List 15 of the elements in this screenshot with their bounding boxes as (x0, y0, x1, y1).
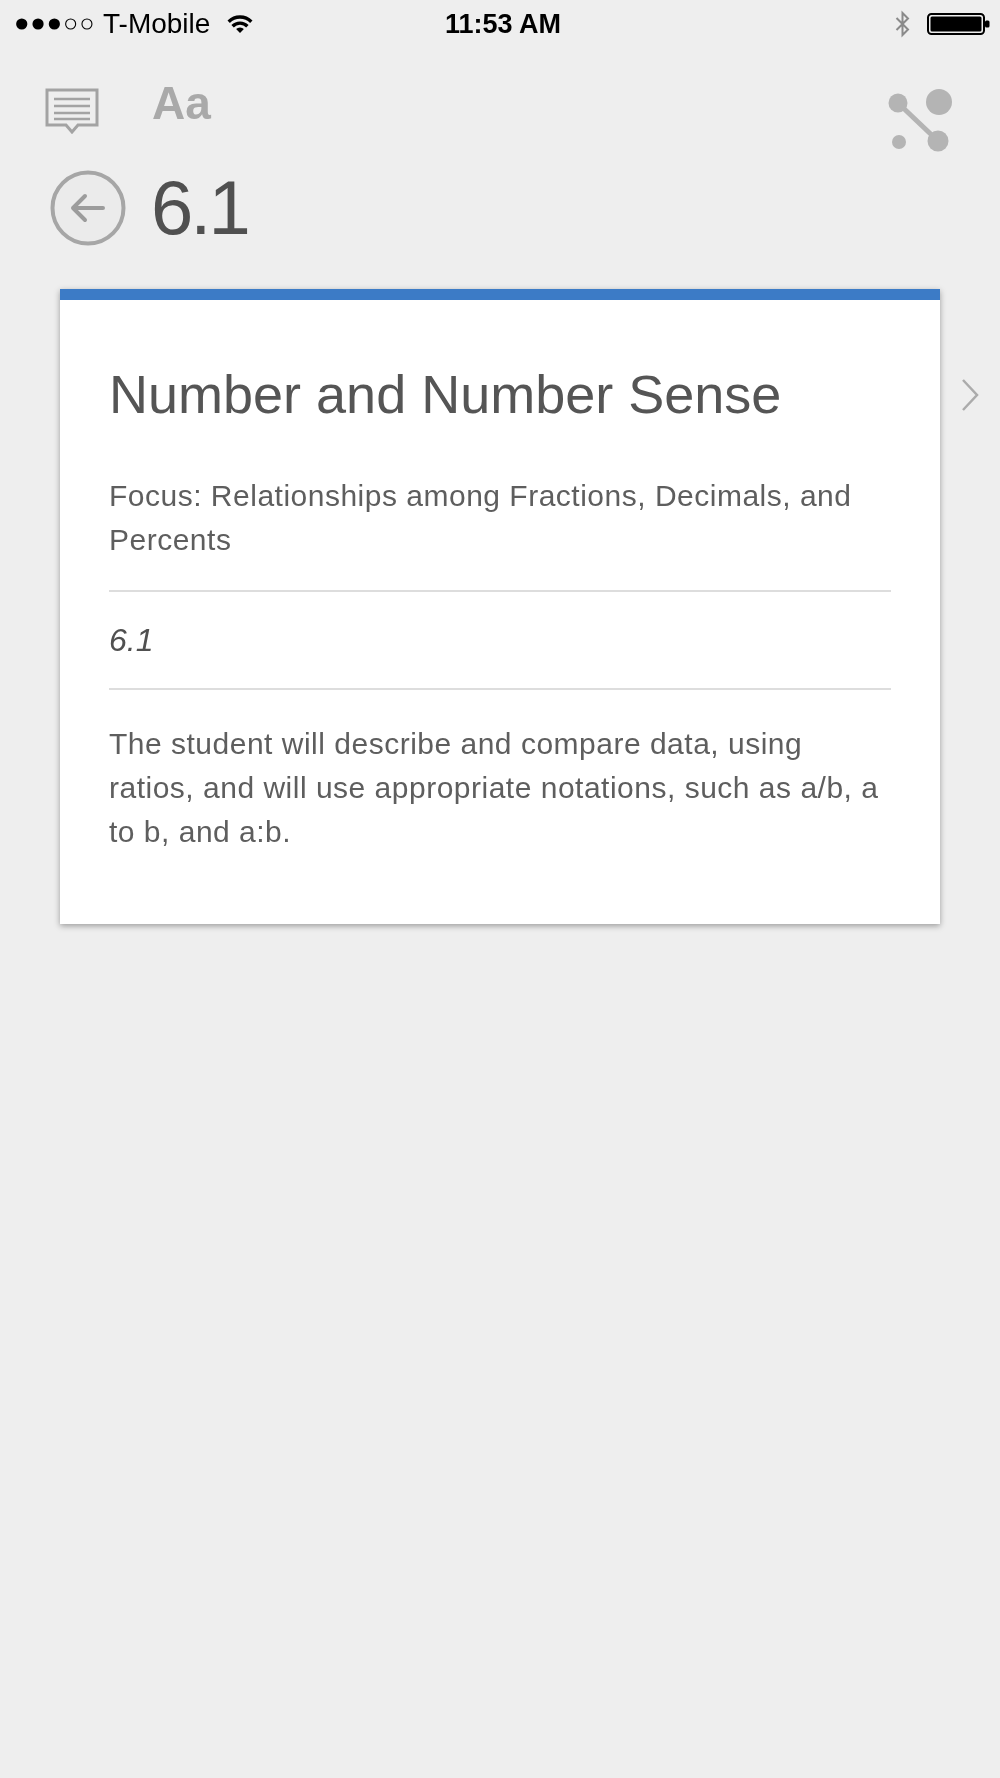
back-icon[interactable] (50, 170, 126, 246)
standard-description: The student will describe and compare data, using ratios, and will use appropriate notations, such as a/b, a to b, and a:b. (109, 726, 880, 850)
focus-text: Focus: Relationships among Fractions, Decimals, and Percents (109, 478, 853, 558)
bluetooth-icon (893, 10, 912, 38)
share-icon[interactable] (888, 88, 953, 152)
status-time: 11:53 AM (444, 10, 562, 38)
page-title: 6.1 (151, 170, 248, 246)
carrier-name: T-Mobile (103, 10, 211, 38)
battery-icon (927, 13, 990, 35)
comment-icon[interactable] (45, 88, 99, 134)
chevron-right-icon[interactable] (961, 378, 979, 412)
font-size-button[interactable]: Aa (152, 80, 211, 126)
card-title: Number and Number Sense (109, 363, 783, 426)
standard-code: 6.1 (109, 621, 155, 660)
wifi-icon (226, 14, 255, 34)
